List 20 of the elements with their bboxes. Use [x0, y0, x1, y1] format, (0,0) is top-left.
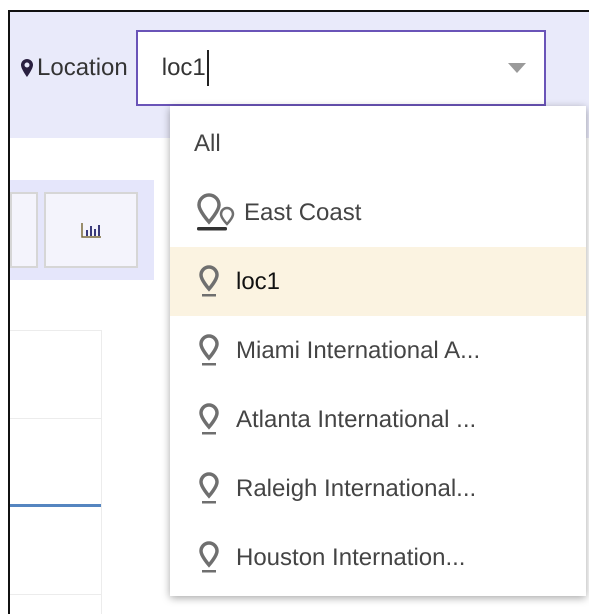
location-option[interactable]: All [170, 109, 586, 178]
toolbar-button[interactable] [10, 192, 38, 268]
pin-icon [198, 402, 220, 436]
pin-icon [198, 472, 220, 506]
pin-icon [198, 264, 220, 298]
location-combobox[interactable]: loc1 [136, 30, 546, 106]
location-option[interactable]: Atlanta International ... [170, 385, 586, 454]
location-option[interactable]: loc1 [170, 247, 586, 316]
pin-icon [198, 334, 220, 368]
chart-button[interactable] [44, 192, 138, 268]
bar-chart-icon [80, 221, 102, 239]
location-option[interactable]: Raleigh International... [170, 454, 586, 523]
location-option[interactable]: Miami International A... [170, 316, 586, 385]
location-input-value: loc1 [162, 50, 209, 86]
location-option[interactable]: East Coast [170, 178, 586, 247]
location-option[interactable]: Houston Internation... [170, 523, 586, 592]
pin-icon [198, 540, 220, 574]
pin-icon [20, 58, 34, 78]
location-label: Location [37, 53, 128, 83]
dropdown-caret-icon [508, 63, 526, 73]
